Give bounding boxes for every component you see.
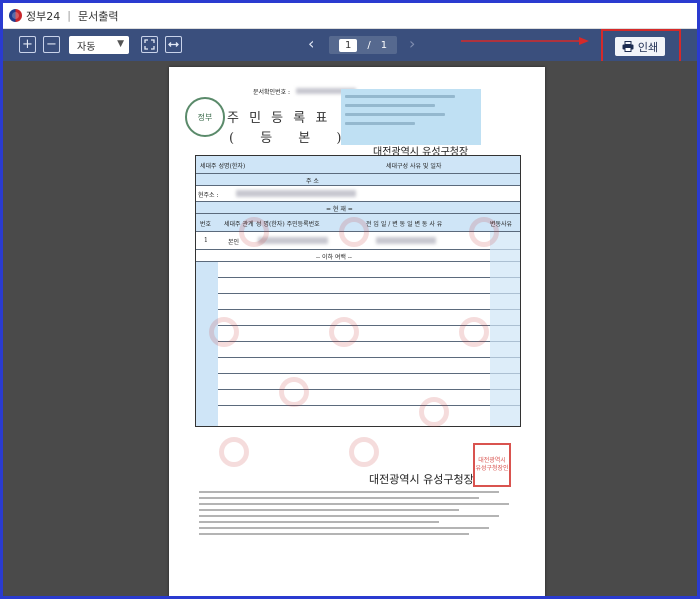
watermark-icon (459, 317, 489, 347)
watermark-icon (339, 217, 369, 247)
table-row: 세대주 성명(한자) 세대구성 사유 및 일자 (196, 156, 520, 174)
watermark-icon (209, 317, 239, 347)
document-subtitle: ( 등 본 ) (229, 131, 353, 146)
zoom-in-button[interactable]: + (19, 36, 36, 53)
watermark-icon (349, 437, 379, 467)
table-row (196, 262, 520, 278)
watermark-icon (239, 217, 269, 247)
current-page-input[interactable]: 1 (338, 38, 358, 52)
chevron-down-icon: ▼ (117, 39, 124, 49)
watermark-icon (279, 377, 309, 407)
document-title: 주 민 등 록 표 (227, 111, 331, 126)
zoom-out-button[interactable]: − (43, 36, 60, 53)
table-row: 주 소 (196, 174, 520, 186)
fit-page-button[interactable] (141, 36, 158, 53)
print-preview-window: 정부24 | 문서출력 + − 자동 ▼ ‹ 1 / 1 › 인쇄 정부 문서확… (3, 3, 697, 596)
page-separator: / (367, 39, 371, 51)
table-row (196, 358, 520, 374)
fit-width-button[interactable] (165, 36, 182, 53)
watermark-icon (469, 217, 499, 247)
watermark-icon (329, 317, 359, 347)
fit-page-icon (144, 39, 155, 50)
official-seal: 대전광역시 유성구청장인 (473, 443, 511, 487)
watermark-icon (419, 397, 449, 427)
table-row (196, 390, 520, 406)
table-row: -- 이하 여백 -- (196, 250, 520, 262)
resident-registration-table: 세대주 성명(한자) 세대구성 사유 및 일자 주 소 현주소 : = 현 재 … (195, 155, 521, 427)
minus-icon: − (46, 37, 57, 52)
app-name: 정부24 (26, 9, 61, 23)
gov24-logo-icon (9, 9, 22, 22)
document-page: 정부 문서확인번호 : 주 민 등 록 표 ( 등 본 ) 대전광역시 유성구청… (169, 67, 545, 596)
document-notes (199, 487, 519, 539)
next-page-button[interactable]: › (409, 34, 415, 53)
issuing-office-bottom: 대전광역시 유성구청장 (369, 473, 474, 486)
window-titlebar: 정부24 | 문서출력 (3, 3, 697, 29)
page-indicator: 1 / 1 (329, 36, 397, 54)
zoom-select[interactable]: 자동 ▼ (69, 36, 129, 54)
total-pages: 1 (380, 39, 388, 51)
table-row: = 현 재 = (196, 202, 520, 214)
title-separator: | (67, 9, 71, 22)
table-row (196, 278, 520, 294)
table-row (196, 294, 520, 310)
fit-width-icon (168, 42, 179, 47)
document-viewer[interactable]: 정부 문서확인번호 : 주 민 등 록 표 ( 등 본 ) 대전광역시 유성구청… (3, 61, 697, 596)
plus-icon: + (22, 37, 33, 52)
viewer-toolbar: + − 자동 ▼ ‹ 1 / 1 › 인쇄 (3, 29, 697, 65)
watermark-icon (219, 437, 249, 467)
issuance-info-box (341, 89, 481, 145)
prev-page-button[interactable]: ‹ (308, 34, 314, 53)
window-title: 문서출력 (77, 9, 119, 23)
print-highlight-box (601, 29, 681, 65)
government-emblem-icon: 정부 (185, 97, 225, 137)
zoom-value: 자동 (77, 41, 96, 53)
table-row: 현주소 : (196, 186, 520, 202)
annotation-arrow-icon (461, 37, 589, 45)
table-row (196, 374, 520, 390)
